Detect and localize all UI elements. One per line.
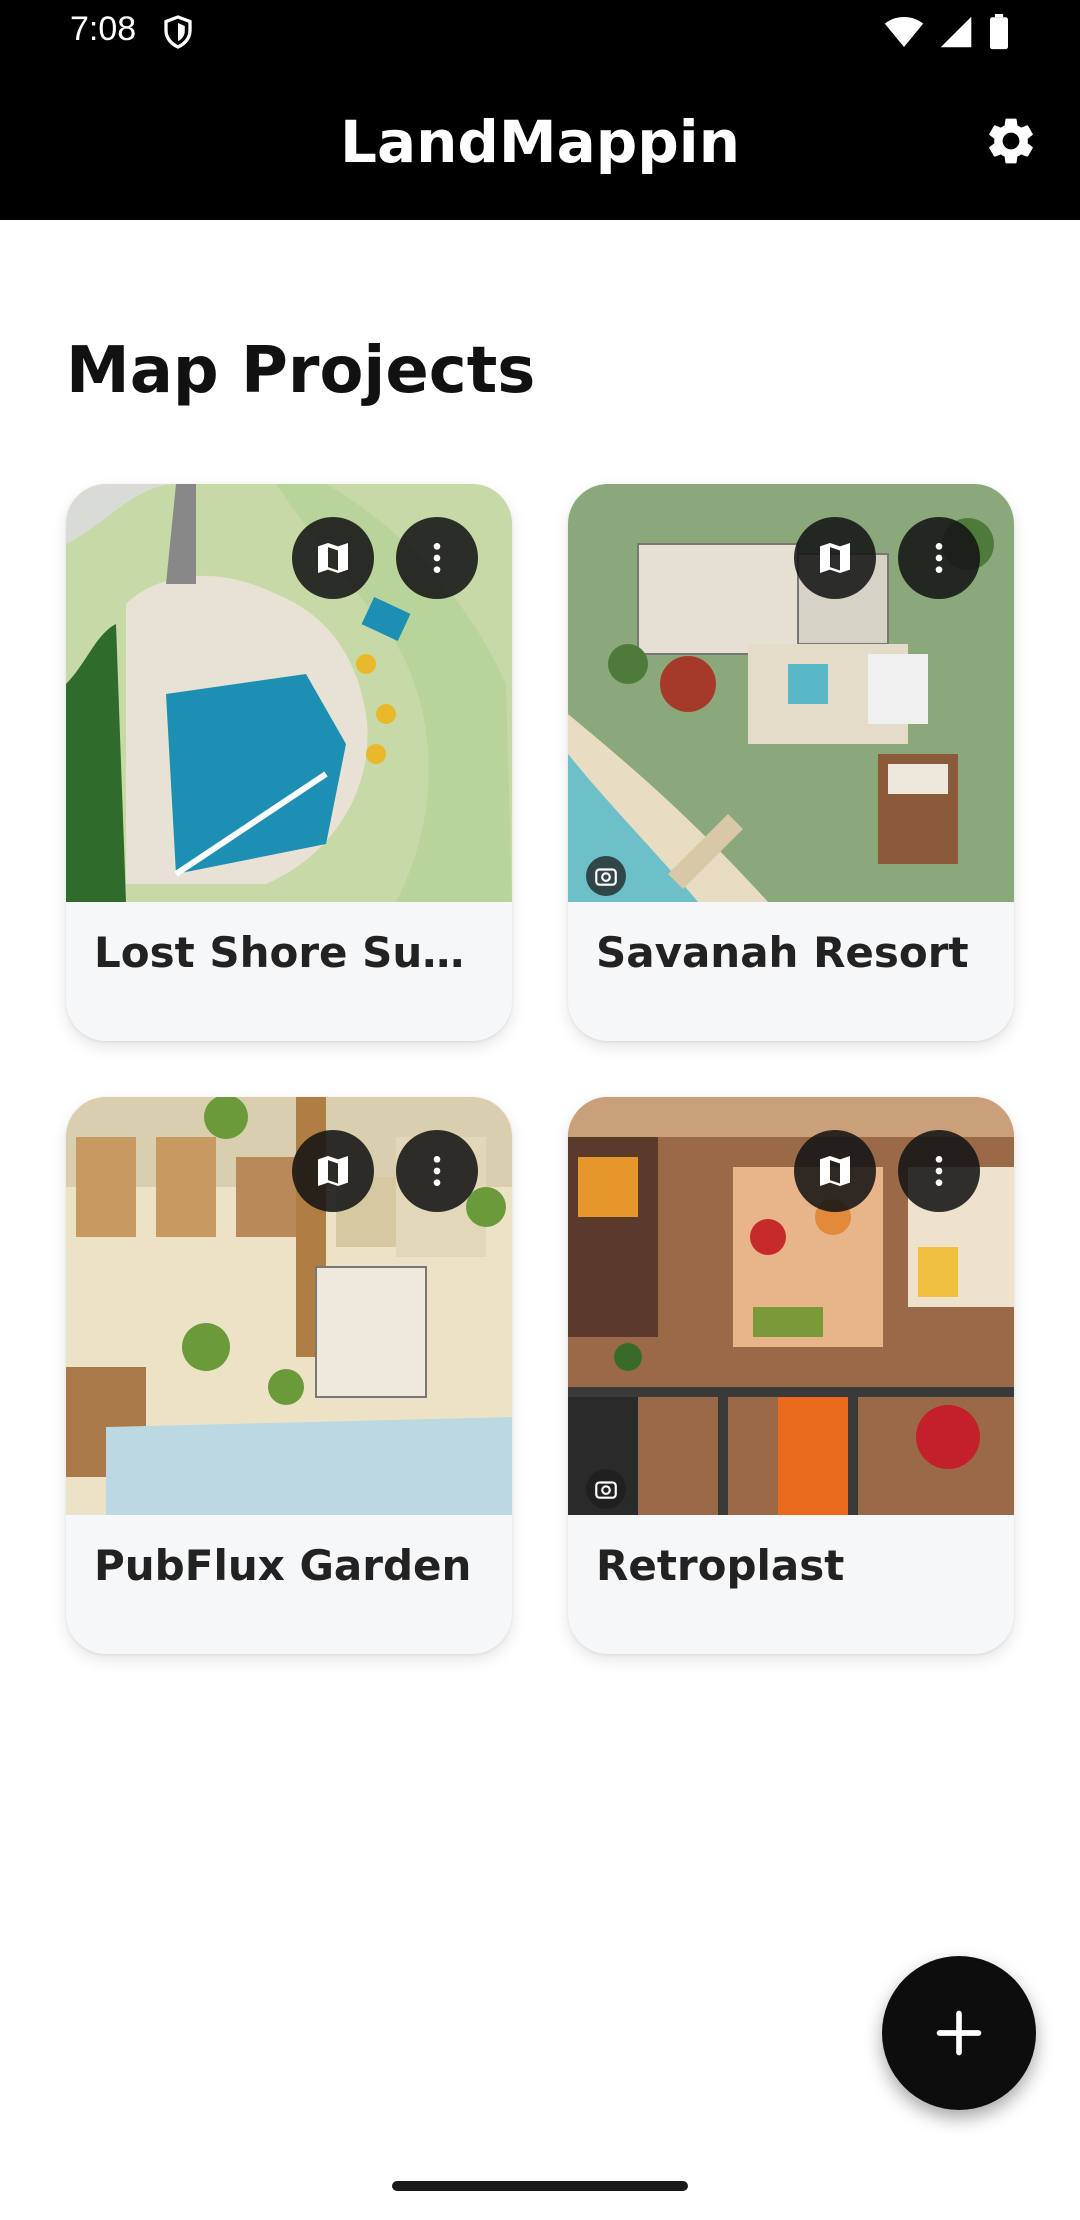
- project-card[interactable]: Retroplast: [568, 1097, 1014, 1654]
- open-map-button[interactable]: [794, 517, 876, 599]
- signal-icon: [940, 16, 972, 48]
- wifi-icon: [884, 17, 924, 47]
- home-indicator: [392, 2181, 688, 2191]
- more-vert-icon: [935, 543, 943, 573]
- more-vert-icon: [433, 543, 441, 573]
- more-vert-icon: [935, 1156, 943, 1186]
- project-name: Retroplast: [596, 1541, 845, 1590]
- more-vert-icon: [433, 1156, 441, 1186]
- project-card[interactable]: Savanah Resort: [568, 484, 1014, 1041]
- add-project-button[interactable]: [882, 1956, 1036, 2110]
- project-name: PubFlux Garden: [94, 1541, 472, 1590]
- map-icon: [820, 543, 850, 573]
- camera-badge: [586, 856, 626, 896]
- project-card[interactable]: PubFlux Garden: [66, 1097, 512, 1654]
- plus-icon: [936, 2010, 982, 2056]
- map-icon: [820, 1156, 850, 1186]
- open-map-button[interactable]: [292, 1130, 374, 1212]
- section-title: Map Projects: [66, 334, 536, 408]
- project-name: Lost Shore Surf ...: [94, 928, 484, 977]
- battery-icon: [990, 14, 1008, 50]
- app-bar: LandMappin: [0, 66, 1080, 220]
- project-card[interactable]: Lost Shore Surf ...: [66, 484, 512, 1041]
- map-icon: [318, 1156, 348, 1186]
- camera-badge: [586, 1469, 626, 1509]
- settings-button[interactable]: [976, 106, 1046, 176]
- app-title: LandMappin: [340, 108, 740, 176]
- project-name: Savanah Resort: [596, 928, 969, 977]
- more-options-button[interactable]: [898, 517, 980, 599]
- more-options-button[interactable]: [396, 517, 478, 599]
- map-icon: [318, 543, 348, 573]
- shield-icon: [164, 15, 192, 49]
- status-time: 7:08: [70, 10, 137, 48]
- status-icons: [884, 14, 1010, 50]
- open-map-button[interactable]: [292, 517, 374, 599]
- open-map-button[interactable]: [794, 1130, 876, 1212]
- more-options-button[interactable]: [396, 1130, 478, 1212]
- more-options-button[interactable]: [898, 1130, 980, 1212]
- status-bar: 7:08: [0, 0, 1080, 66]
- camera-icon: [595, 1481, 617, 1499]
- gear-icon: [989, 118, 1033, 164]
- camera-icon: [595, 868, 617, 886]
